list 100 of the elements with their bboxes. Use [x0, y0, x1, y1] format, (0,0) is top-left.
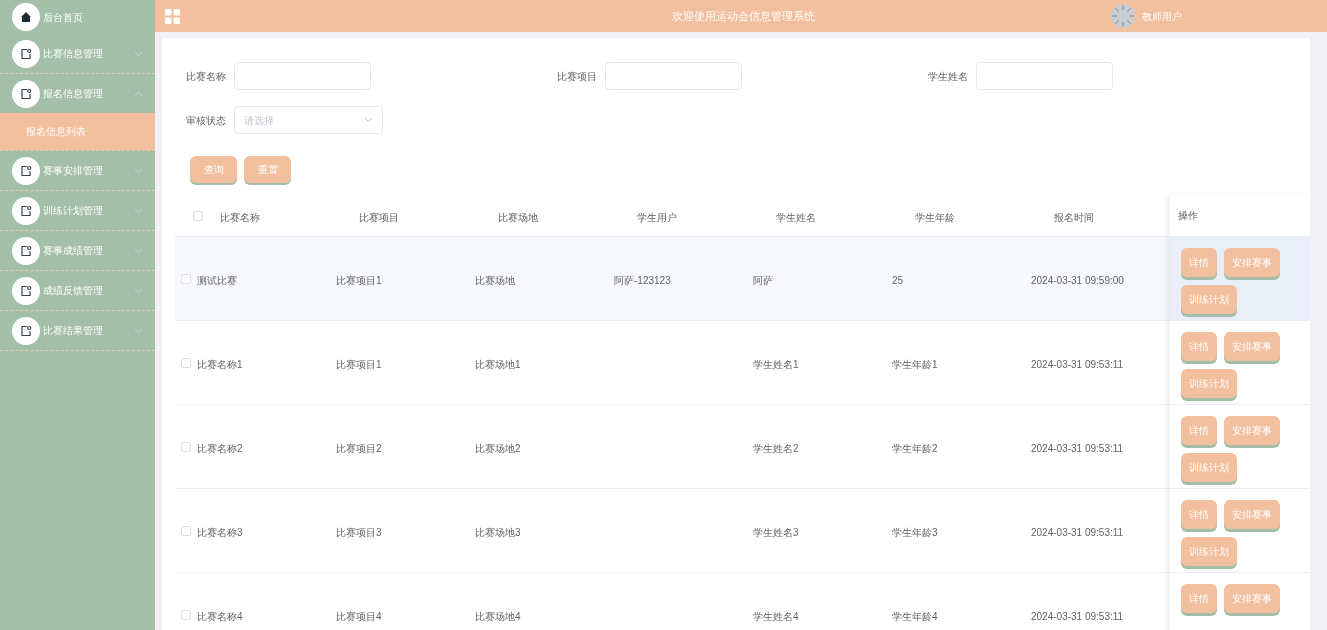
table-cell: 比赛场地2 [475, 442, 521, 454]
table-row[interactable]: 测试比赛 比赛项目1 比赛场地 阿萨-123123 阿萨 25 2024-03-31 09:59:00 [175, 237, 1170, 321]
action-button[interactable]: 训练计划 [1181, 537, 1237, 566]
reset-button[interactable]: 重置 [244, 156, 291, 183]
sidebar-menu-item[interactable]: 比赛信息管理 [0, 34, 155, 73]
table-cell: 2024-03-31 09:53:11 [1031, 526, 1124, 538]
sidebar-menu-item[interactable]: 成绩反馈管理 [0, 271, 155, 310]
table-cell: 学生姓名3 [753, 526, 799, 538]
search-field[interactable] [605, 62, 742, 90]
menu-label: 比赛结果管理 [43, 324, 104, 338]
table-cell: 比赛名称1 [197, 358, 243, 370]
note-icon [20, 284, 32, 297]
table-cell: 比赛项目3 [336, 526, 382, 538]
filter-label: 审核状态 [186, 113, 226, 128]
chevron-down-icon [134, 327, 143, 334]
table-cell: 比赛名称4 [197, 610, 243, 622]
chevron-down-icon [134, 247, 143, 254]
note-icon [20, 164, 32, 177]
action-button[interactable]: 训练计划 [1181, 285, 1237, 314]
chevron-down-icon [134, 207, 143, 214]
column-header: 学生用户 [637, 211, 677, 223]
table-cell: 学生年龄4 [892, 610, 938, 622]
action-button[interactable]: 安排赛事 [1224, 416, 1280, 445]
table-cell: 2024-03-31 09:59:00 [1031, 274, 1124, 286]
checkbox[interactable] [181, 273, 191, 284]
note-icon [20, 87, 32, 100]
column-header: 操作 [1178, 209, 1198, 223]
search-field[interactable] [234, 62, 371, 90]
column-header: 比赛项目 [359, 211, 399, 223]
action-button[interactable]: 详情 [1181, 332, 1217, 361]
note-icon [20, 244, 32, 257]
table-cell: 比赛场地1 [475, 358, 521, 370]
menu-label: 报名信息管理 [43, 87, 104, 101]
action-button[interactable]: 安排赛事 [1224, 500, 1280, 529]
note-icon [20, 47, 32, 60]
action-button[interactable]: 详情 [1181, 416, 1217, 445]
column-header: 学生姓名 [776, 211, 816, 223]
chevron-down-icon [134, 167, 143, 174]
checkbox[interactable] [181, 609, 191, 620]
avatar-icon[interactable] [1110, 3, 1136, 29]
table-cell: 学生姓名2 [753, 442, 799, 454]
table-cell: 比赛名称2 [197, 442, 243, 454]
table-cell: 学生年龄3 [892, 526, 938, 538]
action-button[interactable]: 安排赛事 [1224, 332, 1280, 361]
menu-label: 训练计划管理 [43, 204, 104, 218]
action-button[interactable]: 详情 [1181, 500, 1217, 529]
table-cell: 2024-03-31 09:53:11 [1031, 610, 1124, 622]
chevron-down-icon [134, 50, 143, 57]
action-button[interactable]: 训练计划 [1181, 369, 1237, 398]
action-button[interactable]: 详情 [1181, 584, 1217, 613]
note-icon [20, 204, 32, 217]
action-button[interactable]: 详情 [1181, 248, 1217, 277]
menu-label: 后台首页 [43, 10, 84, 25]
sidebar-menu-item[interactable]: 赛事安排管理 [0, 151, 155, 190]
sidebar-menu-item[interactable]: 报名信息管理 [0, 74, 155, 113]
table-cell: 比赛场地4 [475, 610, 521, 622]
chevron-up-icon [134, 90, 143, 97]
checkbox[interactable] [181, 525, 191, 536]
table-cell: 比赛场地 [475, 274, 515, 286]
user-name[interactable]: 教师用户 [1142, 8, 1182, 24]
checkbox[interactable] [192, 210, 203, 221]
search-button[interactable]: 查询 [190, 156, 237, 183]
column-header: 比赛场地 [498, 211, 538, 223]
table-cell: 阿萨 [753, 274, 773, 286]
sidebar-menu-item[interactable]: 训练计划管理 [0, 191, 155, 230]
table-cell: 学生年龄1 [892, 358, 938, 370]
table-cell: 学生姓名4 [753, 610, 799, 622]
filter-label: 学生姓名 [928, 69, 968, 84]
chevron-down-icon [364, 117, 373, 123]
column-header: 学生年龄 [915, 211, 955, 223]
system-title: 欢迎使用运动会信息管理系统 [672, 8, 815, 24]
menu-label: 成绩反馈管理 [43, 284, 104, 298]
table-cell: 比赛项目2 [336, 442, 382, 454]
home-icon [20, 11, 32, 23]
submenu-item[interactable]: 报名信息列表 [0, 113, 155, 150]
filter-label: 比赛名称 [186, 69, 226, 84]
action-button[interactable]: 训练计划 [1181, 453, 1237, 482]
action-button[interactable]: 安排赛事 [1224, 248, 1280, 277]
table-cell: 比赛项目1 [336, 274, 382, 286]
checkbox[interactable] [181, 441, 191, 452]
column-header: 比赛名称 [220, 211, 260, 223]
table-cell: 学生年龄2 [892, 442, 938, 454]
checkbox[interactable] [181, 357, 191, 368]
note-icon [20, 324, 32, 337]
menu-label: 赛事成绩管理 [43, 244, 104, 258]
sidebar-menu-item[interactable]: 后台首页 [0, 0, 155, 34]
table-cell: 25 [892, 274, 904, 286]
table-cell: 学生姓名1 [753, 358, 799, 370]
grid-menu-icon[interactable] [165, 8, 180, 24]
menu-label: 赛事安排管理 [43, 164, 104, 178]
sidebar-menu-item[interactable]: 比赛结果管理 [0, 311, 155, 350]
search-field[interactable] [976, 62, 1113, 90]
filter-label: 比赛项目 [557, 69, 597, 84]
table-cell: 阿萨-123123 [614, 274, 671, 286]
action-button[interactable]: 安排赛事 [1224, 584, 1280, 613]
table-cell: 比赛场地3 [475, 526, 521, 538]
table-cell: 比赛项目1 [336, 358, 382, 370]
sidebar-menu-item[interactable]: 赛事成绩管理 [0, 231, 155, 270]
menu-label: 比赛信息管理 [43, 47, 104, 61]
table-cell: 2024-03-31 09:53:11 [1031, 442, 1124, 454]
